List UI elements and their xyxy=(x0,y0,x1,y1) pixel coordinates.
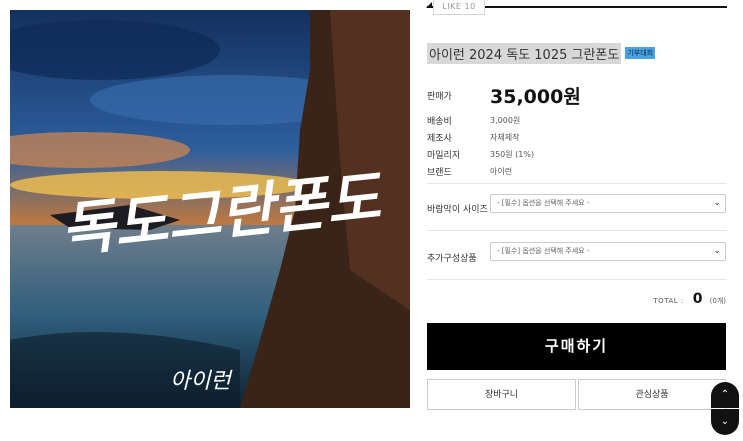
divider xyxy=(427,279,727,280)
like-button[interactable]: LIKE 10 xyxy=(426,0,485,15)
option-size-value: - [필수] 옵션을 선택해 주세요 - xyxy=(497,199,590,207)
total-amount: 0 xyxy=(692,291,703,307)
buy-button[interactable]: 구매하기 xyxy=(427,323,726,370)
hero-signature: 아이런 xyxy=(170,369,233,394)
product-image: 독도그란폰도 아이런 xyxy=(10,10,410,408)
like-bar: LIKE 10 xyxy=(426,0,727,15)
brand-value: 아이런 xyxy=(490,167,513,176)
divider xyxy=(427,183,727,184)
chevron-down-icon: ⌄ xyxy=(720,416,730,427)
price-label: 판매가 xyxy=(427,92,452,102)
option-size-label: 바람막이 사이즈 xyxy=(427,205,488,215)
scroll-down-button[interactable]: ⌄ xyxy=(711,409,739,435)
manufacturer-value: 자체제작 xyxy=(490,133,520,142)
total-label: TOTAL : xyxy=(653,297,684,305)
donation-badge: 기부대회 xyxy=(625,47,656,59)
wishlist-button[interactable]: 관심상품 xyxy=(578,379,726,410)
manufacturer-label: 제조사 xyxy=(427,134,452,144)
like-label: LIKE 10 xyxy=(442,2,476,11)
total-row: TOTAL : 0 (0개) xyxy=(620,288,726,307)
scroll-up-button[interactable]: ⌃ xyxy=(711,382,739,408)
product-title: 아이런 2024 독도 1025 그란폰도 xyxy=(427,42,622,64)
option-size-select[interactable]: - [필수] 옵션을 선택해 주세요 - ⌄ xyxy=(490,194,726,213)
chevron-down-icon: ⌄ xyxy=(713,198,721,208)
chevron-down-icon: ⌄ xyxy=(713,246,721,256)
mileage-label: 마일리지 xyxy=(427,151,461,161)
price-value: 35,000원 xyxy=(490,86,581,108)
brand-label: 브랜드 xyxy=(427,168,452,178)
chevron-up-icon: ⌃ xyxy=(720,389,730,400)
product-photo: 독도그란폰도 아이런 xyxy=(10,10,410,408)
product-title-row: 아이런 2024 독도 1025 그란폰도 기부대회 xyxy=(427,42,656,64)
mileage-value: 350원 (1%) xyxy=(490,150,535,159)
shipping-value: 3,000원 xyxy=(490,116,521,125)
option-extra-label: 추가구성상품 xyxy=(427,254,477,264)
cart-button[interactable]: 장바구니 xyxy=(427,379,576,410)
option-extra-select[interactable]: - [필수] 옵션을 선택해 주세요 - ⌄ xyxy=(490,242,726,261)
total-count: (0개) xyxy=(709,297,726,305)
divider xyxy=(427,230,727,231)
shipping-label: 배송비 xyxy=(427,117,452,127)
option-extra-value: - [필수] 옵션을 선택해 주세요 - xyxy=(497,247,590,255)
